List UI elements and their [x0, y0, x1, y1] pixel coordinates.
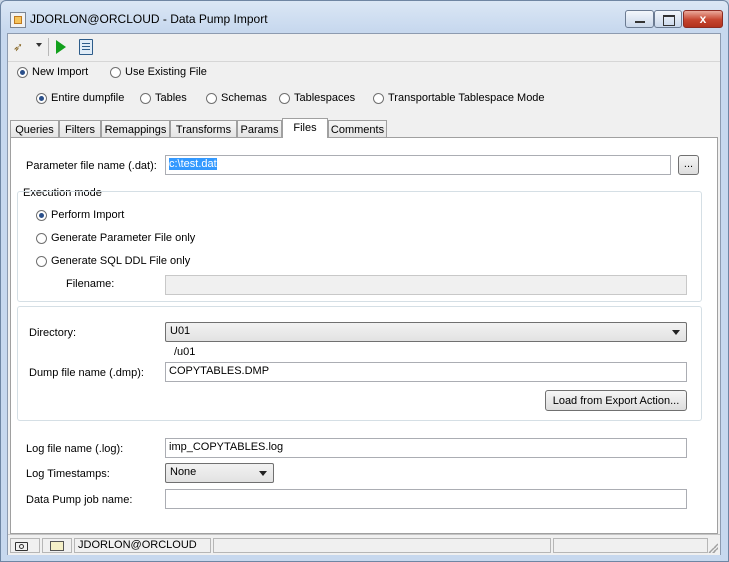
resize-grip-icon[interactable]: [708, 543, 718, 553]
radio-schemas-label: Schemas: [221, 92, 267, 104]
dialog-client: ➶ New Import Use Existing File Entire du…: [7, 33, 721, 555]
radio-transportable-tablespace-mode[interactable]: Transportable Tablespace Mode: [373, 92, 545, 104]
dialog-window: JDORLON@ORCLOUD - Data Pump Import x ➶ N…: [0, 0, 729, 562]
tab-remappings[interactable]: Remappings: [101, 120, 170, 137]
toolbar: ➶: [8, 34, 720, 62]
directory-path: /u01: [174, 346, 196, 358]
radio-tables-dot: [140, 92, 151, 104]
radio-generate-sql-ddl-file-dot: [36, 255, 47, 267]
dropdown-arrow-icon[interactable]: [36, 43, 42, 47]
radio-schemas[interactable]: Schemas: [206, 92, 267, 104]
status-connection: JDORLON@ORCLOUD: [74, 538, 211, 553]
close-button[interactable]: x: [683, 10, 723, 28]
log-timestamps-label: Log Timestamps:: [26, 468, 110, 480]
radio-perform-import-label: Perform Import: [51, 209, 125, 221]
radio-entire-dumpfile-dot: [36, 92, 47, 104]
window-title: JDORLON@ORCLOUD - Data Pump Import: [30, 12, 268, 26]
filename-input[interactable]: [165, 275, 687, 295]
radio-use-existing-file-label: Use Existing File: [125, 66, 207, 78]
radio-tablespaces-label: Tablespaces: [294, 92, 356, 104]
clipboard-icon[interactable]: [79, 39, 93, 55]
filename-label: Filename:: [66, 278, 115, 290]
chevron-down-icon: [672, 330, 680, 335]
run-icon[interactable]: [56, 40, 66, 54]
radio-transportable-tablespace-mode-label: Transportable Tablespace Mode: [388, 92, 545, 104]
title-bar[interactable]: JDORLON@ORCLOUD - Data Pump Import x: [1, 1, 728, 33]
radio-tablespaces-dot: [279, 92, 290, 104]
param-file-label: Parameter file name (.dat):: [26, 160, 157, 172]
tab-queries[interactable]: Queries: [10, 120, 59, 137]
radio-schemas-dot: [206, 92, 217, 104]
connection-icon: [50, 541, 64, 551]
radio-generate-sql-ddl-file[interactable]: Generate SQL DDL File only: [36, 255, 190, 267]
tab-params[interactable]: Params: [237, 120, 282, 137]
dump-file-label: Dump file name (.dmp):: [29, 367, 144, 379]
log-timestamps-select-value: None: [170, 466, 197, 478]
close-icon: x: [699, 12, 707, 26]
directory-label: Directory:: [29, 327, 77, 339]
minimize-button[interactable]: [625, 10, 654, 28]
wizard-icon[interactable]: ➶: [13, 40, 29, 56]
directory-select-value: U01: [170, 325, 191, 337]
tab-files[interactable]: Files: [282, 118, 328, 138]
radio-new-import-dot: [17, 66, 28, 78]
maximize-button[interactable]: [654, 10, 682, 28]
radio-generate-sql-ddl-file-label: Generate SQL DDL File only: [51, 255, 191, 267]
tab-filters[interactable]: Filters: [59, 120, 101, 137]
maximize-icon: [663, 15, 675, 26]
radio-generate-parameter-file[interactable]: Generate Parameter File only: [36, 232, 195, 244]
radio-generate-parameter-file-dot: [36, 232, 47, 244]
radio-new-import[interactable]: New Import: [17, 66, 88, 78]
tab-transforms[interactable]: Transforms: [170, 120, 237, 137]
directory-select[interactable]: U01: [165, 322, 687, 342]
radio-perform-import[interactable]: Perform Import: [36, 209, 124, 221]
radio-tables-label: Tables: [155, 92, 187, 104]
status-cell-empty-1: [213, 538, 551, 553]
status-cell-empty-2: [553, 538, 708, 553]
status-connection-icon-cell: [42, 538, 72, 553]
param-file-input[interactable]: c:\test.dat: [165, 155, 671, 175]
param-file-value: c:\test.dat: [169, 158, 217, 170]
app-icon: [10, 12, 26, 28]
files-panel: Parameter file name (.dat): c:\test.dat …: [10, 137, 718, 534]
radio-use-existing-file[interactable]: Use Existing File: [110, 66, 207, 78]
log-file-label: Log file name (.log):: [26, 443, 124, 455]
load-from-export-action-button[interactable]: Load from Export Action...: [545, 390, 687, 411]
radio-perform-import-dot: [36, 209, 47, 221]
minimize-icon: [635, 21, 645, 23]
chevron-down-icon: [259, 471, 267, 476]
log-file-input[interactable]: imp_COPYTABLES.log: [165, 438, 687, 458]
toolbar-separator: [48, 38, 49, 56]
job-name-label: Data Pump job name:: [26, 494, 133, 506]
radio-entire-dumpfile[interactable]: Entire dumpfile: [36, 92, 124, 104]
dump-file-input[interactable]: COPYTABLES.DMP: [165, 362, 687, 382]
job-name-input[interactable]: [165, 489, 687, 509]
camera-icon: [15, 542, 28, 551]
browse-param-file-button[interactable]: ...: [678, 155, 699, 175]
radio-new-import-label: New Import: [32, 66, 89, 78]
radio-use-existing-file-dot: [110, 66, 121, 78]
radio-tables[interactable]: Tables: [140, 92, 187, 104]
log-timestamps-select[interactable]: None: [165, 463, 274, 483]
status-bar: JDORLON@ORCLOUD: [8, 534, 720, 555]
tab-comments[interactable]: Comments: [328, 120, 387, 137]
radio-generate-parameter-file-label: Generate Parameter File only: [51, 232, 196, 244]
radio-transportable-tablespace-mode-dot: [373, 92, 384, 104]
status-camera-cell[interactable]: [10, 538, 40, 553]
radio-entire-dumpfile-label: Entire dumpfile: [51, 92, 125, 104]
radio-tablespaces[interactable]: Tablespaces: [279, 92, 355, 104]
